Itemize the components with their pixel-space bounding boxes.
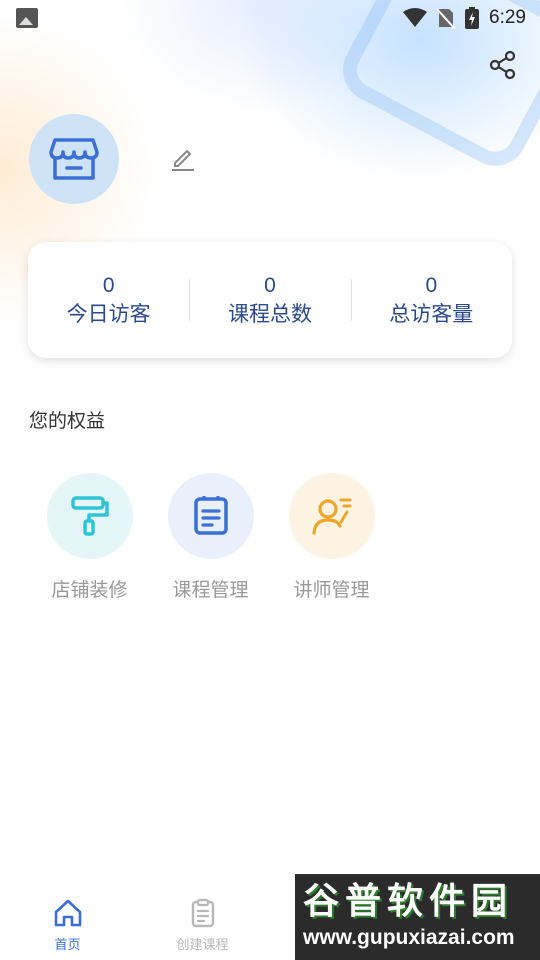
home-icon — [54, 899, 81, 927]
benefits-grid: 店铺装修 课程管理 讲师管理 — [46, 473, 375, 602]
tab-label: 创建课程 — [176, 938, 229, 953]
stat-label: 课程总数 — [227, 301, 312, 326]
benefit-label: 课程管理 — [172, 579, 249, 601]
pencil-icon — [172, 149, 194, 171]
paint-roller-icon — [70, 496, 109, 536]
watermark-title: 谷普软件园 — [303, 881, 514, 922]
stats-card: 0 今日访客 0 课程总数 0 总访客量 — [28, 242, 512, 358]
shop-icon — [49, 138, 99, 180]
benefit-label: 店铺装修 — [51, 579, 128, 601]
stat-value: 0 — [102, 273, 115, 297]
status-time: 6:29 — [489, 7, 526, 28]
tab-create-course[interactable]: 创建课程 — [135, 898, 270, 953]
benefit-icon-circle — [46, 473, 133, 559]
benefit-icon-circle — [167, 473, 254, 559]
no-sim-icon — [437, 8, 456, 29]
wifi-icon — [403, 8, 428, 27]
benefit-icon-circle — [288, 473, 375, 559]
stat-total-visitors[interactable]: 0 总访客量 — [350, 273, 512, 328]
share-button[interactable] — [488, 50, 518, 80]
stat-course-total[interactable]: 0 课程总数 — [189, 273, 350, 328]
benefit-shop-decoration[interactable]: 店铺装修 — [46, 473, 133, 602]
watermark-logo: 谷普软件园 www.gupuxiazai.com — [295, 874, 540, 960]
tab-home[interactable]: 首页 — [0, 898, 135, 953]
stat-value: 0 — [425, 273, 438, 297]
share-icon — [489, 50, 516, 80]
watermark-url: www.gupuxiazai.com — [303, 926, 515, 949]
document-icon — [193, 496, 228, 535]
status-icons: 6:29 — [403, 7, 526, 29]
teacher-icon — [311, 498, 351, 535]
stat-value: 0 — [264, 273, 276, 297]
stat-today-visitors[interactable]: 0 今日访客 — [28, 273, 189, 328]
benefit-course-management[interactable]: 课程管理 — [167, 473, 254, 602]
stat-label: 总访客量 — [389, 301, 474, 326]
edit-profile-button[interactable] — [168, 144, 196, 172]
benefit-label: 讲师管理 — [293, 579, 370, 601]
clipboard-icon — [191, 898, 214, 928]
benefit-teacher-management[interactable]: 讲师管理 — [288, 473, 375, 602]
gallery-notification-icon — [16, 8, 38, 28]
benefits-section-title: 您的权益 — [29, 410, 106, 432]
status-bar: 6:29 — [0, 0, 540, 36]
shop-avatar[interactable] — [29, 114, 119, 204]
tab-label: 首页 — [54, 938, 81, 953]
stat-label: 今日访客 — [66, 301, 151, 326]
battery-icon — [465, 7, 480, 29]
